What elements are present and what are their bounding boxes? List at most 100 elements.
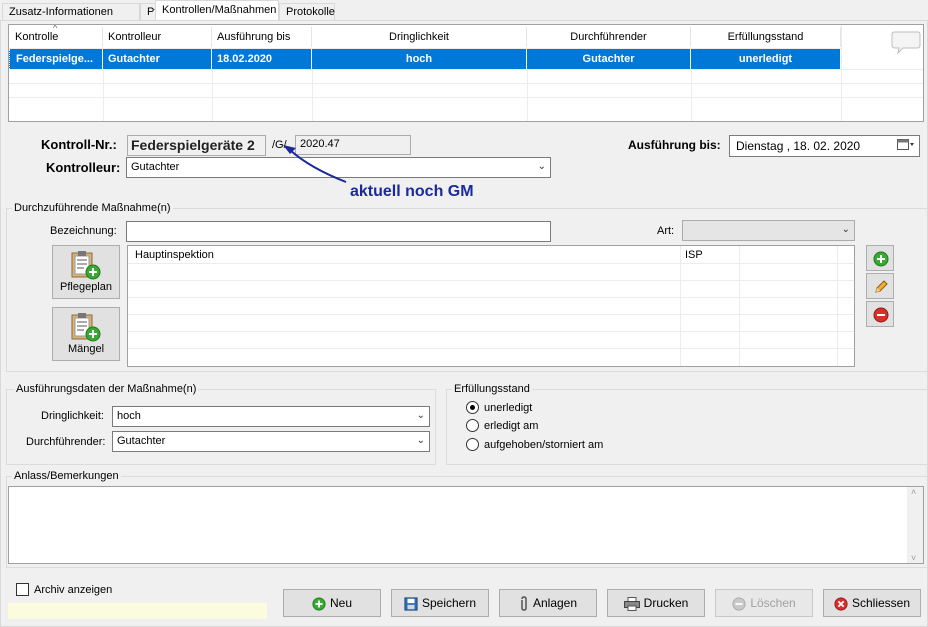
grid-line: [128, 280, 854, 281]
radio-erledigt-am[interactable]: [466, 419, 479, 432]
plus-icon: [873, 251, 889, 267]
grid-line: [9, 48, 841, 49]
annotation-text: aktuell noch GM: [350, 183, 474, 200]
pflegeplan-button-label: Pflegeplan: [60, 281, 112, 293]
sort-ascending-icon: ^: [53, 24, 58, 33]
anlagen-button[interactable]: Anlagen: [499, 589, 597, 617]
art-label: Art:: [657, 225, 675, 237]
calendar-icon[interactable]: [897, 139, 915, 154]
bemerkungen-textarea[interactable]: ˄ ˅: [8, 486, 924, 564]
grid-line: [212, 69, 213, 121]
list-item[interactable]: Hauptinspektion ISP: [128, 246, 854, 263]
massnahmen-list[interactable]: Hauptinspektion ISP: [127, 245, 855, 367]
grid-line: [128, 263, 854, 264]
grid-line: [527, 69, 528, 121]
grid-cell: unerledigt: [691, 49, 841, 69]
art-select[interactable]: ⌄: [682, 220, 855, 241]
tab-protokolle[interactable]: Protokolle: [279, 3, 335, 21]
dringlichkeit-value: hoch: [117, 410, 141, 422]
drucken-button[interactable]: Drucken: [607, 589, 705, 617]
tab-zusatz-informationen[interactable]: Zusatz-Informationen: [2, 3, 140, 21]
minus-icon: [873, 307, 889, 323]
pencil-icon: [875, 280, 888, 293]
tab-kontrollen-massnahmen[interactable]: Kontrollen/Maßnahmen: [155, 0, 279, 21]
grid-header-durchfuehrender[interactable]: Durchführender: [527, 27, 691, 47]
grid-line: [128, 348, 854, 349]
edit-massnahme-button[interactable]: [866, 273, 894, 299]
grid-cell: hoch: [312, 49, 527, 69]
kontroll-nr-field[interactable]: Federspielgeräte 2: [127, 135, 266, 156]
grid-line: [739, 246, 740, 366]
radio-unerledigt[interactable]: [466, 401, 479, 414]
bezeichnung-input[interactable]: [126, 221, 551, 242]
delete-massnahme-button[interactable]: [866, 301, 894, 327]
grid-line: [837, 246, 838, 366]
grid-header-erfuellungsstand[interactable]: Erfüllungsstand: [691, 27, 841, 47]
chevron-down-icon: ⌄: [416, 410, 425, 421]
grid-cell: Gutachter: [103, 49, 212, 69]
bemerkungen-label: Anlass/Bemerkungen: [12, 470, 121, 482]
speech-bubble-icon[interactable]: [891, 29, 921, 58]
grid-line: [128, 314, 854, 315]
plus-icon: [312, 597, 326, 611]
grid-line: [103, 69, 104, 121]
grid-header-dringlichkeit[interactable]: Dringlichkeit: [312, 27, 527, 47]
chevron-down-icon: ⌄: [416, 435, 425, 446]
kontrollen-grid[interactable]: Kontrolle ^ Kontrolleur Ausführung bis D…: [8, 24, 924, 122]
dringlichkeit-select[interactable]: hoch ⌄: [112, 406, 430, 427]
scroll-up-icon[interactable]: ˄: [911, 487, 916, 497]
grid-line: [128, 297, 854, 298]
radio-aufgehoben[interactable]: [466, 438, 479, 451]
grid-line: [128, 331, 854, 332]
scrollbar[interactable]: ˄ ˅: [907, 487, 923, 563]
grid-cell: 18.02.2020: [212, 49, 312, 69]
scroll-down-icon[interactable]: ˅: [911, 553, 916, 563]
clipboard-add-icon: [70, 312, 102, 345]
save-icon: [404, 597, 418, 611]
grid-line: [680, 246, 681, 366]
anlagen-button-label: Anlagen: [532, 596, 578, 610]
radio-unerledigt-label: unerledigt: [484, 402, 533, 414]
grid-line: [691, 69, 692, 121]
ausfuehrungsdaten-group: [6, 389, 436, 465]
schliessen-button-label: Schliessen: [851, 596, 911, 610]
close-icon: [834, 597, 848, 611]
ausfuehrung-bis-value: Dienstag , 18. 02. 2020: [736, 139, 861, 153]
speichern-button[interactable]: Speichern: [391, 589, 489, 617]
ausfuehrung-bis-datepicker[interactable]: Dienstag , 18. 02. 2020: [729, 135, 920, 157]
annotation-arrow-icon: [283, 145, 347, 183]
kontroll-nr-label: Kontroll-Nr.:: [41, 137, 117, 152]
archiv-label: Archiv anzeigen: [34, 584, 113, 596]
add-massnahme-button[interactable]: [866, 245, 894, 271]
grid-cell: Gutachter: [527, 49, 691, 69]
maengel-button-label: Mängel: [67, 343, 105, 355]
chevron-down-icon: ⌄: [537, 161, 546, 172]
tab-bar: Zusatz-Informationen Pflege Kontrollen/M…: [0, 0, 928, 21]
list-item-art: ISP: [685, 249, 703, 261]
minus-icon: [732, 597, 746, 611]
loeschen-button-label: Löschen: [750, 596, 796, 610]
radio-aufgehoben-label: aufgehoben/storniert am: [484, 439, 604, 451]
grid-header-kontrolleur[interactable]: Kontrolleur: [103, 27, 212, 47]
loeschen-button[interactable]: Löschen: [715, 589, 813, 617]
radio-erledigt-am-label: erledigt am: [484, 420, 539, 432]
ausfuehrung-bis-label: Ausführung bis:: [628, 138, 721, 152]
schliessen-button[interactable]: Schliessen: [823, 589, 921, 617]
grid-cell: Federspielge...: [9, 49, 103, 69]
paperclip-icon: [521, 596, 527, 611]
kontrolleur-value: Gutachter: [131, 161, 180, 173]
grid-header-ausfuehrung-bis[interactable]: Ausführung bis: [212, 27, 312, 47]
durchfuehrender-label: Durchführender:: [26, 436, 106, 448]
drucken-button-label: Drucken: [643, 596, 689, 610]
pflegeplan-button[interactable]: Pflegeplan: [52, 245, 120, 299]
durchfuehrender-select[interactable]: Gutachter ⌄: [112, 431, 430, 452]
neu-button[interactable]: Neu: [283, 589, 381, 617]
grid-line: [841, 25, 842, 121]
maengel-button[interactable]: Mängel: [52, 307, 120, 361]
ausfuehrungsdaten-group-title: Ausführungsdaten der Maßnahme(n): [14, 383, 199, 395]
durchfuehrender-value: Gutachter: [117, 435, 166, 447]
archiv-checkbox[interactable]: [16, 583, 29, 596]
grid-line: [9, 83, 923, 84]
grid-line: [9, 97, 923, 98]
printer-icon: [623, 596, 640, 611]
